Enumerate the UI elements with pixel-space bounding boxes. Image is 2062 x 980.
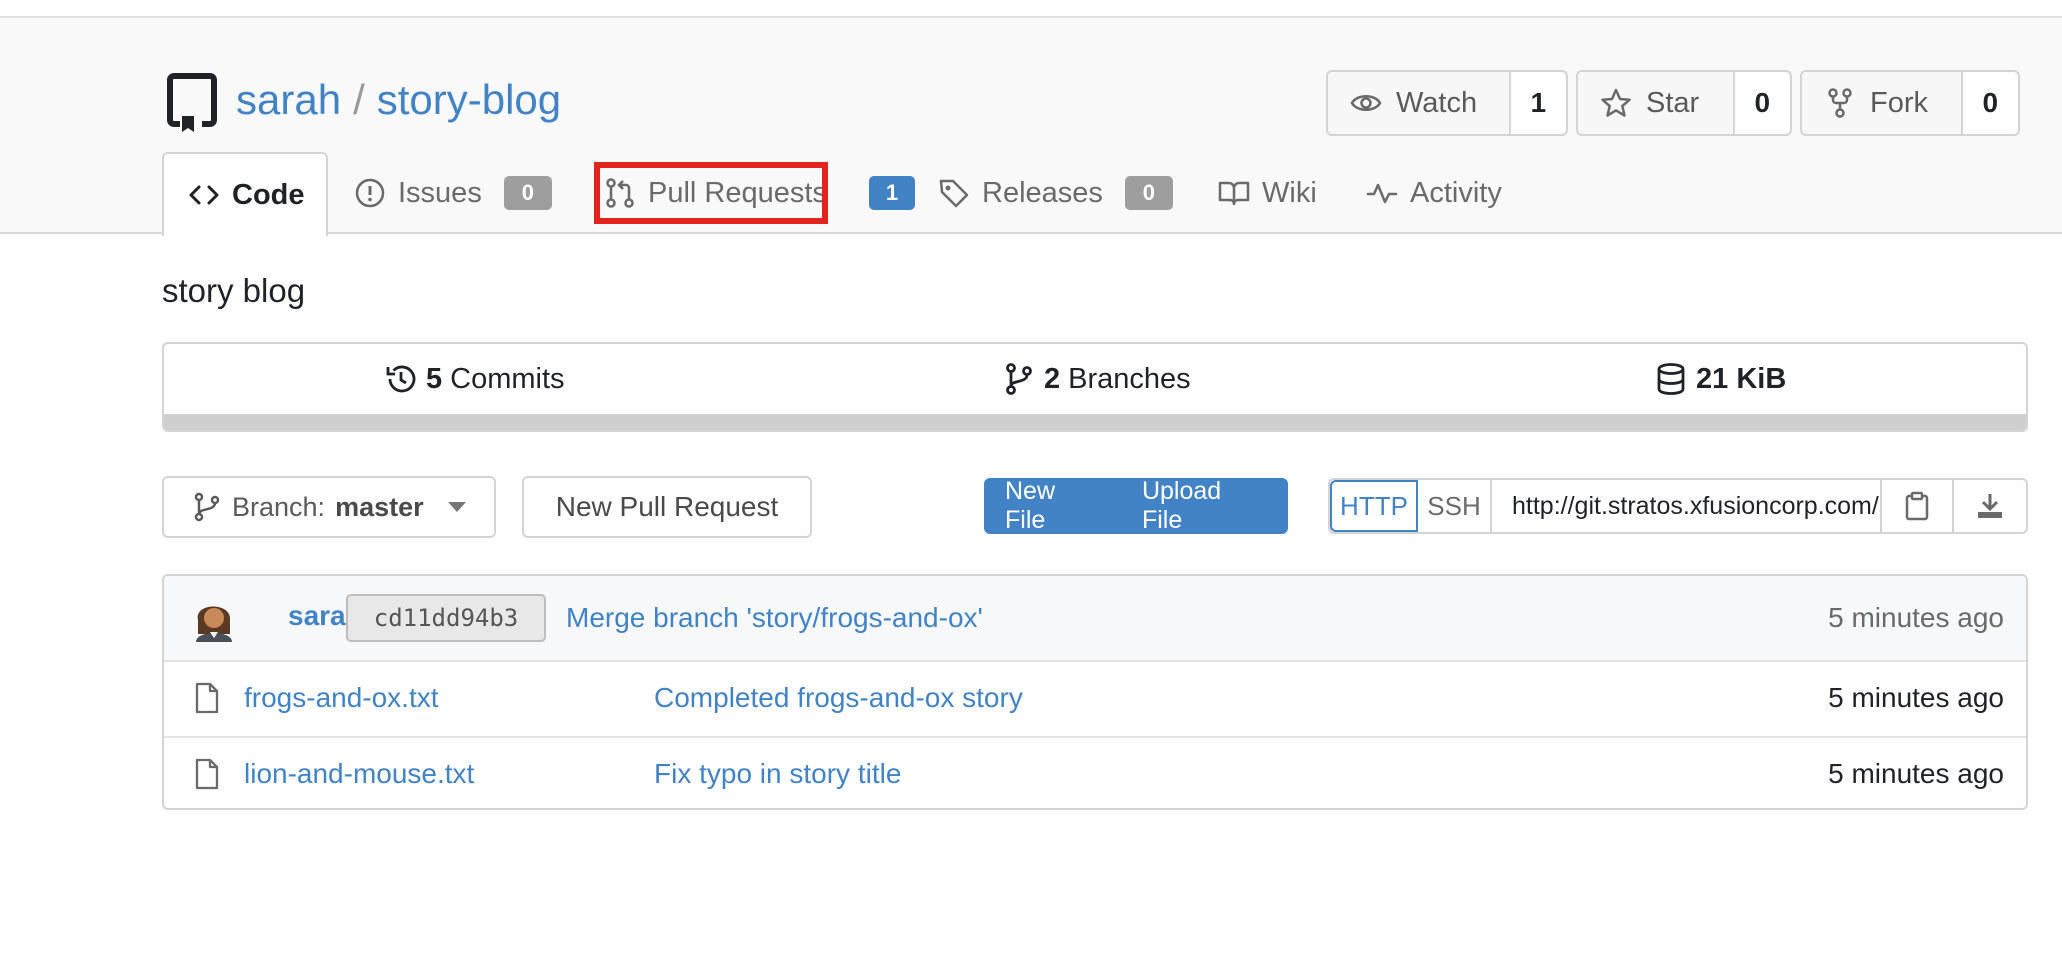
tab-issues-label: Issues	[398, 176, 482, 209]
top-border	[0, 0, 2062, 18]
history-icon	[386, 365, 416, 393]
branch-prefix: Branch:	[232, 491, 326, 522]
language-bar	[164, 414, 2026, 430]
branches-stat[interactable]: 2 Branches	[1002, 362, 1191, 396]
star-count[interactable]: 0	[1734, 72, 1790, 134]
latest-commit-row: sarah cd11dd94b3 Merge branch 'story/fro…	[164, 576, 2026, 662]
commit-sha-button[interactable]: cd11dd94b3	[346, 594, 546, 642]
branch-name: master	[335, 491, 424, 522]
tab-code-label: Code	[232, 178, 305, 211]
pull-requests-count-badge: 1	[868, 176, 915, 210]
pulse-icon	[1366, 183, 1398, 204]
star-button-group: Star 0	[1576, 70, 1792, 136]
new-pull-request-button[interactable]: New Pull Request	[522, 476, 812, 538]
commits-count: 5	[426, 362, 443, 395]
file-actions: New File Upload File	[984, 477, 1288, 535]
eye-icon	[1350, 95, 1382, 111]
commit-time: 5 minutes ago	[1828, 602, 2004, 633]
branch-selector[interactable]: Branch: master	[162, 476, 496, 538]
repo-title: sarah / story-blog	[236, 74, 561, 126]
ssh-clone-button[interactable]: SSH	[1418, 480, 1492, 532]
branch-icon	[194, 492, 220, 522]
code-icon	[189, 185, 219, 205]
download-icon	[1978, 494, 2002, 518]
upload-file-button[interactable]: Upload File	[1122, 477, 1288, 535]
fork-button-group: Fork 0	[1800, 70, 2020, 136]
table-row: lion-and-mouse.txt Fix typo in story tit…	[164, 736, 2026, 808]
file-time: 5 minutes ago	[1828, 758, 2004, 789]
branches-label: Branches	[1068, 362, 1191, 395]
fork-label: Fork	[1870, 86, 1928, 119]
file-commit-link[interactable]: Fix typo in story title	[654, 758, 901, 790]
repo-separator: /	[353, 76, 365, 123]
file-icon	[195, 758, 219, 790]
star-button[interactable]: Star	[1578, 72, 1735, 134]
watch-button[interactable]: Watch	[1328, 72, 1511, 134]
tab-issues[interactable]: Issues 0	[354, 152, 552, 234]
download-button[interactable]	[1954, 480, 2026, 532]
repo-size: 21 KiB	[1696, 362, 1787, 395]
clone-url-input[interactable]: http://git.stratos.xfusioncorp.com/sarah…	[1492, 480, 1882, 532]
issue-icon	[355, 178, 385, 208]
tab-wiki-label: Wiki	[1262, 176, 1317, 209]
fork-button[interactable]: Fork	[1802, 72, 1963, 134]
fork-icon	[1828, 88, 1852, 118]
table-row: frogs-and-ox.txt Completed frogs-and-ox …	[164, 662, 2026, 736]
watch-label: Watch	[1396, 86, 1478, 119]
file-commit-link[interactable]: Completed frogs-and-ox story	[654, 682, 1023, 714]
fork-count[interactable]: 0	[1962, 72, 2018, 134]
repo-owner-link[interactable]: sarah	[236, 76, 341, 123]
database-icon	[1657, 363, 1685, 395]
repo-description: story blog	[162, 272, 306, 309]
copy-url-button[interactable]	[1882, 480, 1954, 532]
clipboard-icon	[1905, 491, 1929, 521]
repo-name-link[interactable]: story-blog	[377, 76, 561, 123]
tab-code[interactable]: Code	[162, 152, 328, 236]
branches-count: 2	[1044, 362, 1061, 395]
book-icon	[1218, 181, 1250, 206]
file-name-link[interactable]: lion-and-mouse.txt	[244, 758, 474, 790]
http-clone-button[interactable]: HTTP	[1330, 480, 1418, 532]
tab-activity[interactable]: Activity	[1366, 152, 1502, 234]
commit-message-link[interactable]: Merge branch 'story/frogs-and-ox'	[566, 602, 983, 634]
tag-icon	[939, 179, 969, 208]
tab-activity-label: Activity	[1410, 176, 1502, 209]
pull-requests-highlight	[594, 162, 828, 224]
commits-label: Commits	[450, 362, 565, 395]
repo-stats-bar: 5 Commits 2 Branches 21 KiB	[162, 342, 2028, 432]
tab-wiki[interactable]: Wiki	[1218, 152, 1317, 234]
repo-icon	[167, 73, 217, 132]
tab-releases[interactable]: Releases 0	[938, 152, 1173, 234]
branch-icon	[1006, 363, 1032, 395]
file-time: 5 minutes ago	[1828, 682, 2004, 713]
file-name-link[interactable]: frogs-and-ox.txt	[244, 682, 439, 714]
avatar[interactable]	[192, 596, 236, 642]
star-label: Star	[1646, 86, 1700, 119]
file-icon	[195, 682, 219, 714]
watch-count[interactable]: 1	[1510, 72, 1566, 134]
new-file-button[interactable]: New File	[984, 477, 1122, 535]
tab-releases-label: Releases	[982, 176, 1103, 209]
watch-button-group: Watch 1	[1326, 70, 1568, 136]
commits-stat[interactable]: 5 Commits	[384, 362, 565, 396]
clone-panel: HTTP SSH http://git.stratos.xfusioncorp.…	[1328, 478, 2028, 534]
star-icon	[1601, 88, 1631, 117]
file-list: sarah cd11dd94b3 Merge branch 'story/fro…	[162, 574, 2028, 810]
releases-count-badge: 0	[1124, 176, 1173, 210]
chevron-down-icon	[447, 502, 466, 512]
size-stat: 21 KiB	[1654, 362, 1786, 396]
issues-count-badge: 0	[503, 176, 552, 210]
